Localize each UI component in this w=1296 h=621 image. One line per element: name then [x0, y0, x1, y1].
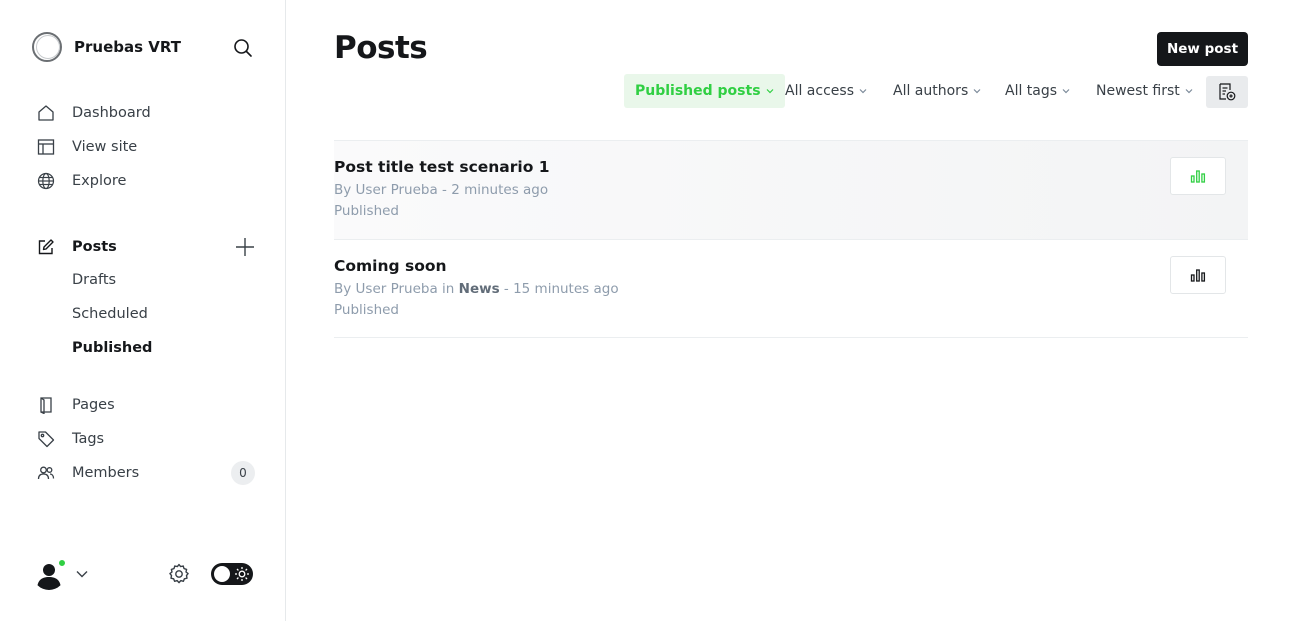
post-author: By User Prueba — [334, 281, 438, 297]
toggle-knob — [214, 566, 230, 582]
sidebar-subitem-drafts[interactable]: Drafts — [72, 272, 116, 288]
chevron-down-icon — [1185, 89, 1193, 94]
sidebar-item-dashboard[interactable]: Dashboard — [36, 101, 151, 125]
sidebar-item-view-site[interactable]: View site — [36, 135, 137, 159]
filter-label: Published posts — [635, 83, 761, 99]
analytics-button[interactable] — [1170, 157, 1226, 195]
post-status: Published — [334, 203, 399, 219]
analytics-button[interactable] — [1170, 256, 1226, 294]
filter-label: Newest first — [1096, 83, 1180, 99]
post-row[interactable]: Post title test scenario 1 By User Prueb… — [334, 140, 1248, 239]
sidebar-item-tags[interactable]: Tags — [36, 427, 104, 451]
theme-toggle[interactable] — [211, 563, 253, 585]
filter-label: All access — [785, 83, 854, 99]
brand-name: Pruebas VRT — [74, 38, 181, 56]
brand-logo — [32, 32, 62, 62]
sidebar: Pruebas VRT Dashboard View site Explore … — [0, 0, 286, 621]
post-status: Published — [334, 302, 399, 318]
sidebar-item-label: Tags — [72, 431, 105, 447]
filter-authors[interactable]: All authors — [893, 74, 981, 108]
post-in: in — [437, 281, 459, 297]
post-time: - 2 minutes ago — [437, 182, 549, 198]
online-status-dot — [57, 558, 67, 568]
post-meta: By User Prueba - 2 minutes ago — [334, 182, 548, 198]
gear-icon[interactable] — [167, 562, 191, 586]
post-title: Coming soon — [334, 257, 447, 275]
view-site-icon — [36, 137, 56, 157]
filter-label: All authors — [893, 83, 969, 99]
filter-post-type[interactable]: Published posts — [624, 74, 785, 108]
bar-chart-icon — [1190, 269, 1206, 282]
sidebar-item-pages[interactable]: Pages — [36, 393, 115, 417]
post-list: Post title test scenario 1 By User Prueb… — [334, 140, 1248, 338]
add-post-icon[interactable] — [234, 236, 256, 258]
globe-icon — [36, 171, 56, 191]
post-meta: By User Prueba in News - 15 minutes ago — [334, 281, 619, 297]
members-count-badge: 0 — [231, 461, 255, 485]
members-icon — [36, 463, 56, 483]
sidebar-subitem-scheduled[interactable]: Scheduled — [72, 306, 148, 322]
sidebar-item-posts[interactable]: Posts — [36, 235, 117, 259]
sidebar-item-label: Pages — [72, 397, 115, 413]
chevron-down-icon — [859, 89, 867, 94]
post-title: Post title test scenario 1 — [334, 158, 550, 176]
bar-chart-icon — [1190, 170, 1206, 183]
tag-icon — [36, 429, 56, 449]
page-title: Posts — [334, 30, 428, 66]
filter-order[interactable]: Newest first — [1096, 74, 1193, 108]
edit-icon — [36, 237, 56, 257]
post-author: By User Prueba — [334, 182, 438, 198]
filter-tags[interactable]: All tags — [1005, 74, 1070, 108]
post-row[interactable]: Coming soon By User Prueba in News - 15 … — [334, 239, 1248, 338]
new-post-button[interactable]: New post — [1157, 32, 1248, 66]
list-settings-icon — [1219, 83, 1236, 101]
sidebar-item-label: Dashboard — [72, 105, 151, 121]
sidebar-item-label: Members — [72, 465, 140, 481]
sidebar-item-label: View site — [72, 139, 138, 155]
post-time: - 15 minutes ago — [499, 281, 619, 297]
sun-icon — [234, 566, 250, 582]
chevron-down-icon — [75, 567, 89, 581]
chevron-down-icon — [1062, 89, 1070, 94]
home-icon — [36, 103, 56, 123]
sidebar-item-label: Explore — [72, 173, 127, 189]
view-options-button[interactable] — [1206, 76, 1248, 108]
filter-label: All tags — [1005, 83, 1058, 99]
brand[interactable]: Pruebas VRT — [32, 32, 181, 62]
sidebar-item-label: Posts — [72, 239, 117, 255]
sidebar-subitem-published[interactable]: Published — [72, 340, 152, 356]
post-tag[interactable]: News — [459, 281, 500, 297]
search-icon[interactable] — [231, 36, 255, 60]
sidebar-item-members[interactable]: Members — [36, 461, 139, 485]
chevron-down-icon — [973, 89, 981, 94]
filter-access[interactable]: All access — [785, 74, 867, 108]
sidebar-item-explore[interactable]: Explore — [36, 169, 126, 193]
page-icon — [36, 395, 56, 415]
chevron-down-icon — [766, 89, 773, 94]
